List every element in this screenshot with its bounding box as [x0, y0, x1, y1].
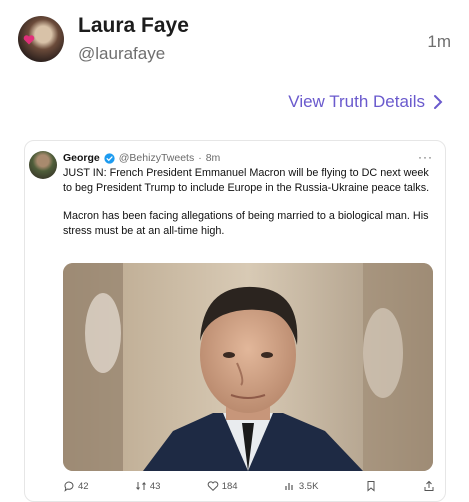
author-name[interactable]: Laura Faye — [78, 14, 189, 38]
heart-icon — [207, 481, 219, 491]
reply-button[interactable]: 42 — [63, 480, 89, 492]
reply-count: 42 — [78, 480, 89, 492]
tweet-author-name[interactable]: George — [63, 152, 100, 164]
embedded-tweet-card[interactable]: George @BehizyTweets · 8m ··· JUST IN: F… — [24, 140, 446, 502]
author-avatar[interactable] — [18, 16, 64, 62]
tweet-timestamp: 8m — [205, 152, 221, 164]
bookmark-button[interactable] — [365, 480, 377, 492]
share-button[interactable] — [423, 480, 435, 492]
tweet-author-handle[interactable]: @BehizyTweets — [119, 152, 194, 164]
tweet-paragraph-1: JUST IN: French President Emmanuel Macro… — [63, 167, 430, 194]
retweet-button[interactable]: 43 — [135, 480, 161, 492]
bookmark-icon — [367, 481, 375, 492]
post-timestamp: 1m — [427, 32, 451, 51]
retweet-icon — [136, 481, 146, 491]
tweet-separator: · — [198, 152, 202, 164]
heart-icon — [23, 35, 35, 45]
more-options-icon[interactable]: ··· — [418, 150, 433, 164]
tweet-photo[interactable] — [63, 263, 433, 471]
tweet-author-avatar[interactable] — [29, 151, 57, 179]
chevron-right-icon — [434, 95, 443, 109]
views-button[interactable]: 3.5K — [284, 480, 319, 492]
like-button[interactable]: 184 — [207, 480, 238, 492]
tweet-paragraph-2: Macron has been facing allegations of be… — [63, 210, 429, 237]
view-truth-details-link[interactable]: View Truth Details — [288, 92, 443, 112]
like-count: 184 — [221, 480, 238, 492]
retweet-count: 43 — [149, 480, 161, 492]
view-truth-details-label: View Truth Details — [288, 92, 425, 111]
author-handle[interactable]: @laurafaye — [78, 44, 165, 64]
tweet-header: George @BehizyTweets · 8m — [63, 152, 220, 164]
reply-icon — [64, 481, 74, 492]
verified-badge-icon — [104, 152, 115, 164]
views-icon — [285, 483, 293, 490]
share-icon — [424, 480, 434, 491]
views-count: 3.5K — [298, 480, 319, 492]
tweet-actions-bar: 42 43 184 3.5K — [63, 480, 435, 492]
tweet-body: JUST IN: French President Emmanuel Macro… — [63, 166, 433, 252]
